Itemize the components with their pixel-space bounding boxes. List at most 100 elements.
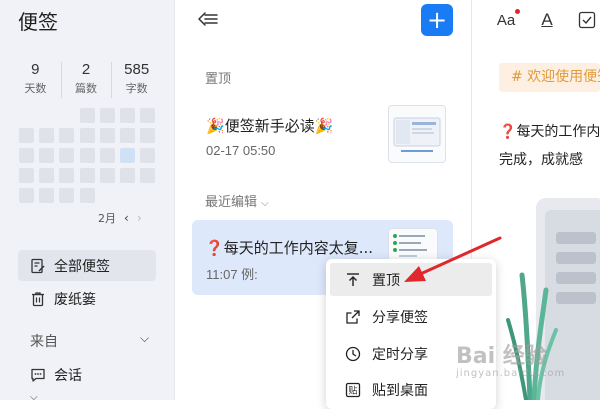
heatmap-cell xyxy=(120,168,135,183)
menu-item-label: 贴到桌面 xyxy=(372,382,428,399)
sidebar-item-label: 废纸篓 xyxy=(54,291,96,308)
sidebar: 便签 9 天数 2 篇数 585 字数 2月 ‹ › 全部便签 废纸篓 来自 ⌵… xyxy=(0,0,174,403)
pinned-section-header: 置顶 xyxy=(205,72,232,87)
party-popper-icon: 🎉 xyxy=(206,117,225,135)
note-title-wrap: 🎉便签新手必读🎉 xyxy=(206,115,333,136)
recent-section-header[interactable]: 最近编辑 ⌵ xyxy=(205,191,269,210)
question-mark-icon: ❓ xyxy=(205,239,224,257)
sidebar-item-all-notes[interactable]: 全部便签 xyxy=(18,250,156,281)
add-note-button[interactable]: + xyxy=(421,4,453,36)
watermark-sub: jingyan.baidu.com xyxy=(456,368,566,379)
heatmap-cell xyxy=(100,148,115,163)
sidebar-item-chat[interactable]: 会话 xyxy=(18,359,156,390)
recent-header-label: 最近编辑 xyxy=(205,195,258,210)
sidebar-item-label: 会话 xyxy=(54,367,82,384)
heatmap-cell xyxy=(80,108,95,123)
sidebar-item-label: 全部便签 xyxy=(54,258,110,275)
editor-line-1-text: 每天的工作内 xyxy=(516,124,600,140)
note-title: 便签新手必读 xyxy=(224,117,315,135)
heatmap-cell xyxy=(120,108,135,123)
menu-item-pin[interactable]: 置顶 xyxy=(330,263,492,296)
heatmap-cell xyxy=(59,148,74,163)
share-icon xyxy=(344,308,362,326)
note-title-wrap: ❓每天的工作内容太复... xyxy=(205,237,373,258)
font-size-dot xyxy=(515,9,520,14)
heatmap-cell xyxy=(140,108,155,123)
stat-days: 9 天数 xyxy=(10,60,61,100)
chevron-down-icon[interactable]: ⌵ xyxy=(30,392,38,403)
heatmap-cell xyxy=(120,128,135,143)
heatmap-cell xyxy=(19,148,34,163)
tag-banner: # 欢迎使用便签 xyxy=(499,63,600,92)
font-color-label: A xyxy=(541,10,553,29)
note-preview: 11:07 例: xyxy=(206,267,258,282)
chevron-down-icon[interactable]: ⌵ xyxy=(140,331,149,346)
checkbox-icon[interactable] xyxy=(577,9,597,31)
heatmap-cell xyxy=(140,148,155,163)
stat-days-value: 9 xyxy=(31,61,40,78)
chat-icon xyxy=(30,367,46,383)
app-title: 便签 xyxy=(18,10,58,34)
heatmap-cell xyxy=(140,168,155,183)
clock-icon xyxy=(344,345,362,363)
pin-top-icon xyxy=(344,271,362,289)
heatmap-cell xyxy=(39,148,54,163)
note-date: 02-17 05:50 xyxy=(206,143,276,158)
font-color-icon[interactable]: A xyxy=(537,9,557,31)
section-from-label: 来自 xyxy=(30,334,58,350)
heatmap-cell xyxy=(59,128,74,143)
heatmap-cell xyxy=(80,168,95,183)
note-thumbnail xyxy=(388,228,438,262)
font-size-icon[interactable]: Aa xyxy=(494,9,520,31)
context-menu: 置顶 分享便签 定时分享 贴 贴到桌面 xyxy=(326,259,496,409)
font-size-label: Aa xyxy=(496,11,516,29)
stats-panel: 9 天数 2 篇数 585 字数 xyxy=(10,60,162,100)
chevron-down-icon: ⌵ xyxy=(261,198,269,209)
sidebar-item-trash[interactable]: 废纸篓 xyxy=(18,283,156,314)
heatmap-cell xyxy=(80,188,95,203)
stat-days-label: 天数 xyxy=(24,82,47,95)
heatmap-cell xyxy=(39,128,54,143)
heatmap-cell xyxy=(80,128,95,143)
chevron-left-icon[interactable]: ‹ xyxy=(124,211,129,225)
heatmap-cell xyxy=(140,128,155,143)
heatmap-cell xyxy=(100,128,115,143)
heatmap-cell xyxy=(80,148,95,163)
month-nav: 2月 ‹ › xyxy=(98,210,142,226)
menu-item-label: 定时分享 xyxy=(372,346,428,363)
editor-line-1: ❓每天的工作内 xyxy=(499,121,600,141)
note-title: 每天的工作内容太复... xyxy=(223,239,373,257)
note-thumbnail xyxy=(388,105,446,163)
tag-banner-text: # 欢迎使用便签 xyxy=(511,69,600,85)
heatmap-cell-today xyxy=(120,148,135,163)
menu-item-label: 分享便签 xyxy=(372,309,428,326)
watermark: Bai 经验 jingyan.baidu.com xyxy=(456,338,565,379)
stat-words-value: 585 xyxy=(124,61,150,78)
heatmap-cell xyxy=(39,168,54,183)
heatmap-cell xyxy=(39,188,54,203)
svg-text:贴: 贴 xyxy=(348,384,357,396)
chevron-right-icon[interactable]: › xyxy=(137,211,142,225)
stat-words: 585 字数 xyxy=(111,60,162,100)
stat-notes: 2 篇数 xyxy=(60,60,112,100)
editor-line-2: 完成，成就感 xyxy=(499,152,583,168)
heatmap-cell xyxy=(59,168,74,183)
month-label: 2月 xyxy=(98,212,116,225)
stat-words-label: 字数 xyxy=(125,82,148,95)
heatmap-cell xyxy=(19,168,34,183)
paste-desktop-icon: 贴 xyxy=(344,381,362,399)
heatmap-cell xyxy=(19,188,34,203)
watermark-main: Bai 经验 xyxy=(456,344,547,369)
stat-notes-label: 篇数 xyxy=(75,82,97,95)
heatmap-cell xyxy=(19,128,34,143)
question-mark-icon: ❓ xyxy=(499,124,517,140)
menu-item-share[interactable]: 分享便签 xyxy=(330,300,492,333)
menu-item-label: 置顶 xyxy=(372,272,400,289)
heatmap-cell xyxy=(100,168,115,183)
heatmap-cell xyxy=(100,108,115,123)
note-edit-icon xyxy=(30,258,46,274)
heatmap-cell xyxy=(59,188,74,203)
collapse-back-icon[interactable] xyxy=(197,8,219,30)
trash-icon xyxy=(30,291,46,307)
party-popper-icon: 🎉 xyxy=(314,117,334,135)
